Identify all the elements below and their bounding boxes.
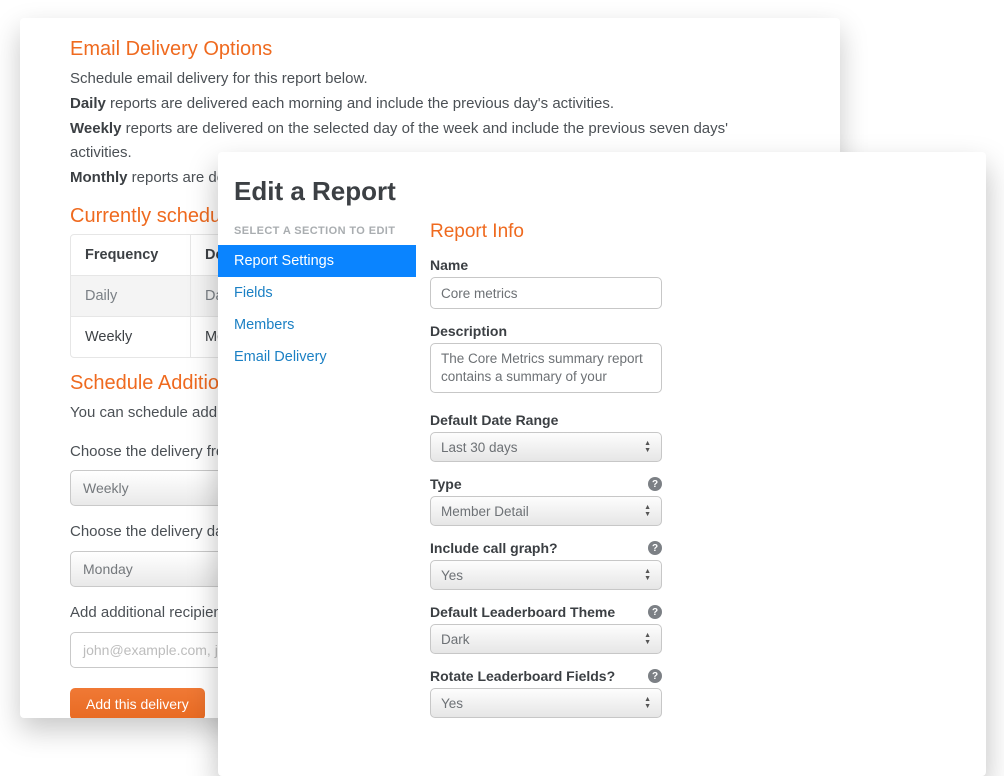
sidebar-item-members[interactable]: Members (218, 309, 416, 341)
sidebar-heading: SELECT A SECTION TO EDIT (218, 221, 416, 245)
heading-email-delivery: Email Delivery Options (70, 38, 790, 61)
sidebar-item-fields[interactable]: Fields (218, 277, 416, 309)
edit-report-card: Edit a Report SELECT A SECTION TO EDIT R… (218, 152, 986, 776)
stepper-arrows-icon: ▲▼ (644, 696, 651, 710)
section-sidebar: SELECT A SECTION TO EDIT Report Settings… (218, 221, 416, 738)
sidebar-item-email-delivery[interactable]: Email Delivery (218, 341, 416, 373)
label-rotate: Rotate Leaderboard Fields?? (430, 668, 662, 684)
stepper-arrows-icon: ▲▼ (644, 632, 651, 646)
help-icon[interactable]: ? (648, 541, 662, 555)
name-input[interactable] (430, 277, 662, 309)
stepper-arrows-icon: ▲▼ (644, 440, 651, 454)
stepper-arrows-icon: ▲▼ (644, 504, 651, 518)
help-icon[interactable]: ? (648, 605, 662, 619)
stepper-arrows-icon: ▲▼ (644, 568, 651, 582)
label-theme: Default Leaderboard Theme? (430, 604, 662, 620)
call-graph-select[interactable]: Yes ▲▼ (430, 560, 662, 590)
col-frequency: Frequency (71, 235, 191, 275)
report-info-panel: Report Info Name Description The Core Me… (416, 221, 986, 738)
theme-select[interactable]: Dark ▲▼ (430, 624, 662, 654)
type-select[interactable]: Member Detail ▲▼ (430, 496, 662, 526)
modal-title: Edit a Report (218, 152, 986, 221)
sidebar-item-report-settings[interactable]: Report Settings (218, 245, 416, 277)
help-icon[interactable]: ? (648, 669, 662, 683)
label-name: Name (430, 257, 662, 273)
rotate-select[interactable]: Yes ▲▼ (430, 688, 662, 718)
label-description: Description (430, 323, 662, 339)
date-range-select[interactable]: Last 30 days ▲▼ (430, 432, 662, 462)
intro-text: Schedule email delivery for this report … (70, 67, 790, 92)
label-call-graph: Include call graph?? (430, 540, 662, 556)
label-date-range: Default Date Range (430, 412, 662, 428)
daily-line: Daily reports are delivered each morning… (70, 92, 790, 117)
section-heading: Report Info (430, 221, 946, 243)
label-type: Type? (430, 476, 662, 492)
help-icon[interactable]: ? (648, 477, 662, 491)
add-delivery-button[interactable]: Add this delivery (70, 688, 205, 718)
description-textarea[interactable]: The Core Metrics summary report contains… (430, 343, 662, 393)
